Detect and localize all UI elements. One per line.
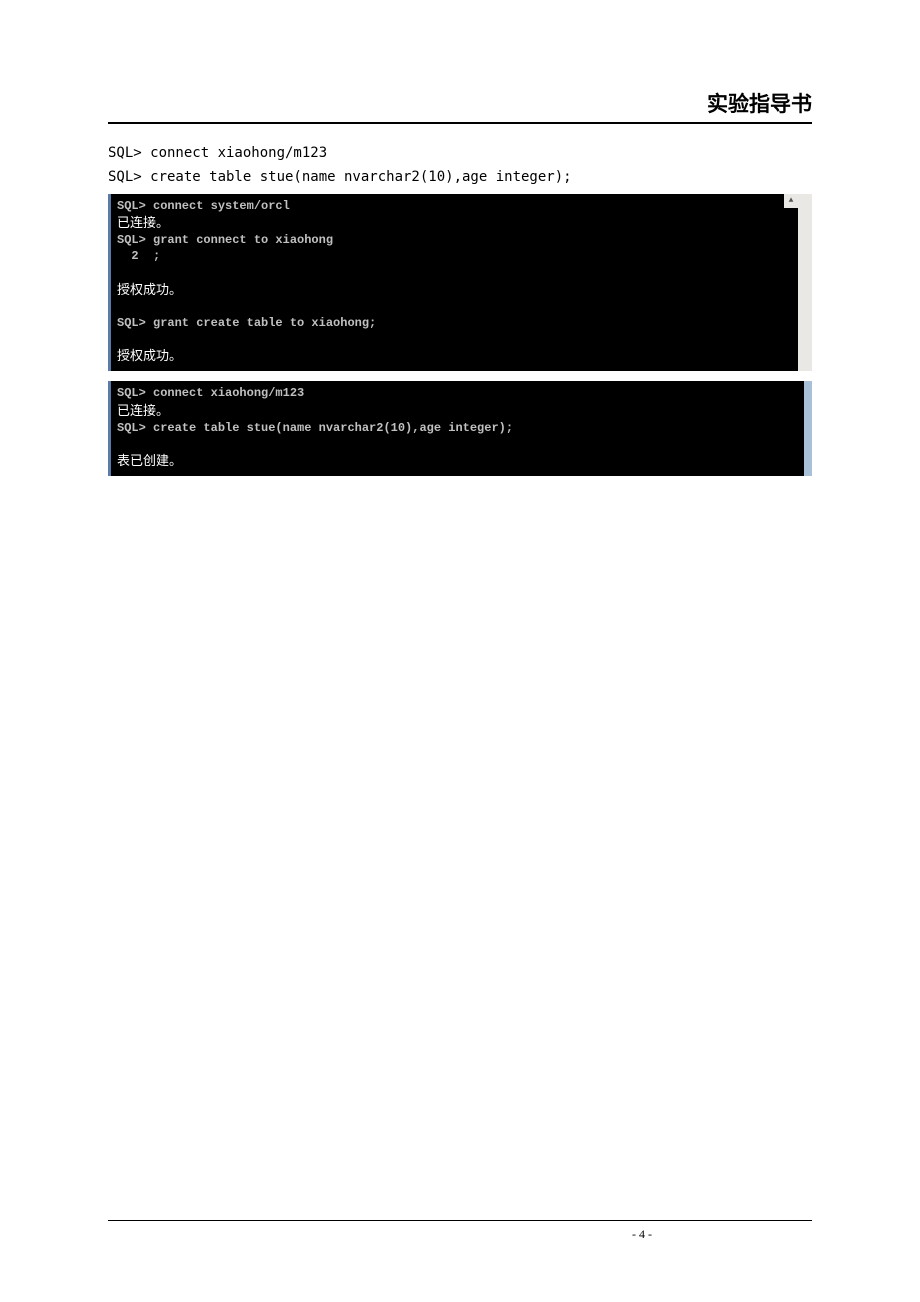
t1-l8: SQL> grant create table to xiaohong;: [117, 316, 376, 330]
page-number: - 4 -: [108, 1227, 812, 1242]
page-footer: - 4 -: [108, 1220, 812, 1242]
t2-l1: SQL> connect xiaohong/m123: [117, 386, 304, 400]
page-content: 实验指导书 SQL> connect xiaohong/m123 SQL> cr…: [0, 0, 920, 546]
t1-l10: 授权成功。: [117, 348, 182, 363]
scroll-up-icon[interactable]: ▲: [784, 194, 798, 208]
t2-l2: 已连接。: [117, 403, 169, 418]
terminal-1: SQL> connect system/orcl 已连接。 SQL> grant…: [108, 194, 812, 372]
terminal-1-wrap: SQL> connect system/orcl 已连接。 SQL> grant…: [108, 194, 812, 372]
terminal-2-wrap: SQL> connect xiaohong/m123 已连接。 SQL> cre…: [108, 381, 812, 476]
page-title: 实验指导书: [108, 88, 812, 122]
footer-divider: [108, 1220, 812, 1221]
t1-l2: 已连接。: [117, 215, 169, 230]
t1-l3: SQL> grant connect to xiaohong: [117, 233, 333, 247]
sql-line-2: SQL> create table stue(name nvarchar2(10…: [108, 166, 812, 190]
t1-l4: 2 ;: [117, 249, 160, 263]
terminal-2: SQL> connect xiaohong/m123 已连接。 SQL> cre…: [108, 381, 812, 476]
t2-l3: SQL> create table stue(name nvarchar2(10…: [117, 421, 513, 435]
header-divider: [108, 122, 812, 124]
t2-l5: 表已创建。: [117, 453, 182, 468]
t1-l1: SQL> connect system/orcl: [117, 199, 290, 213]
sql-line-1: SQL> connect xiaohong/m123: [108, 142, 812, 166]
t1-l6: 授权成功。: [117, 282, 182, 297]
